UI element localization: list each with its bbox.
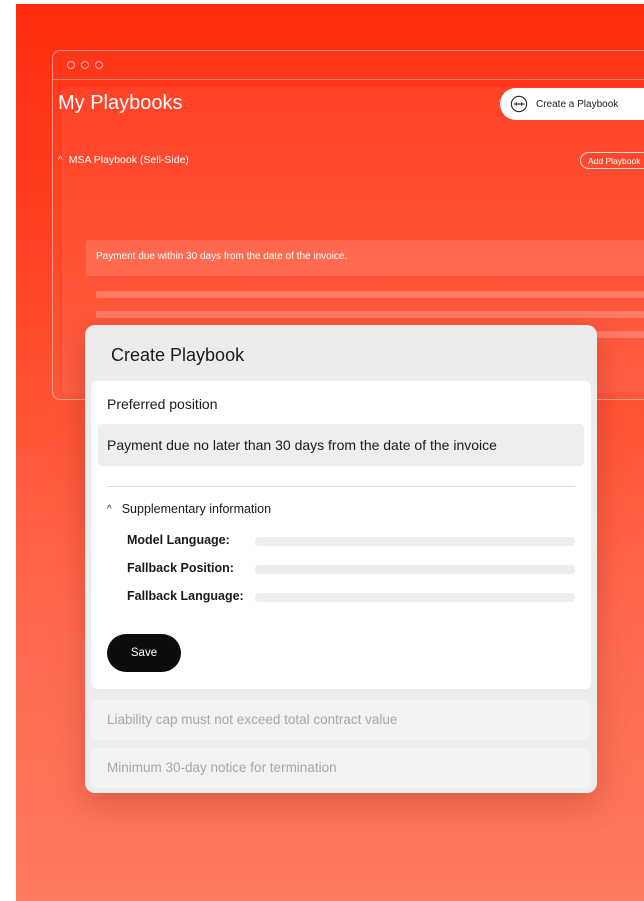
window-titlebar <box>53 51 644 80</box>
create-playbook-label: Create a Playbook <box>536 98 619 110</box>
create-playbook-button[interactable]: Create a Playbook <box>500 88 644 120</box>
list-item[interactable]: Liability cap must not exceed total cont… <box>91 700 591 740</box>
window-close-dot[interactable] <box>67 61 75 69</box>
chevron-up-icon: ^ <box>58 154 63 166</box>
preferred-position-value: Payment due no later than 30 days from t… <box>107 437 497 453</box>
arrows-circle-icon <box>510 95 528 113</box>
modal-title: Create Playbook <box>111 345 245 365</box>
position-editor: Preferred position Payment due no later … <box>91 381 591 689</box>
fallback-position-label: Fallback Position: <box>127 561 234 575</box>
list-item[interactable]: Minimum 30-day notice for termination <box>91 748 591 788</box>
window-maximize-dot[interactable] <box>95 61 103 69</box>
fallback-position-field[interactable] <box>255 565 575 574</box>
supplementary-label: Supplementary information <box>121 502 272 516</box>
background-canvas: My Playbooks Create a Playbook ^ MSA Pla… <box>16 4 644 901</box>
fallback-language-label: Fallback Language: <box>127 589 244 603</box>
add-playbook-label: Add Playbook <box>588 155 641 166</box>
page-title: My Playbooks <box>58 92 183 114</box>
playbook-name: MSA Playbook (Sell-Side) <box>68 154 189 166</box>
placeholder-bar <box>96 311 644 318</box>
model-language-field[interactable] <box>255 537 575 546</box>
placeholder-bar <box>96 291 644 298</box>
create-playbook-modal: Create Playbook Preferred position Payme… <box>85 325 597 793</box>
chevron-up-icon: ^ <box>107 503 112 515</box>
list-item-text: Minimum 30-day notice for termination <box>107 760 337 775</box>
add-playbook-button[interactable]: Add Playbook <box>580 152 644 169</box>
playbook-toggle[interactable]: ^ MSA Playbook (Sell-Side) <box>58 154 189 166</box>
clause-text: Payment due within 30 days from the date… <box>96 251 348 262</box>
fallback-language-field[interactable] <box>255 593 575 602</box>
model-language-label: Model Language: <box>127 533 230 547</box>
window-minimize-dot[interactable] <box>81 61 89 69</box>
list-item-text: Liability cap must not exceed total cont… <box>107 712 398 727</box>
preferred-position-label: Preferred position <box>107 396 218 412</box>
save-button[interactable]: Save <box>107 634 181 672</box>
divider <box>107 486 575 487</box>
supplementary-toggle[interactable]: ^ Supplementary information <box>107 502 271 516</box>
